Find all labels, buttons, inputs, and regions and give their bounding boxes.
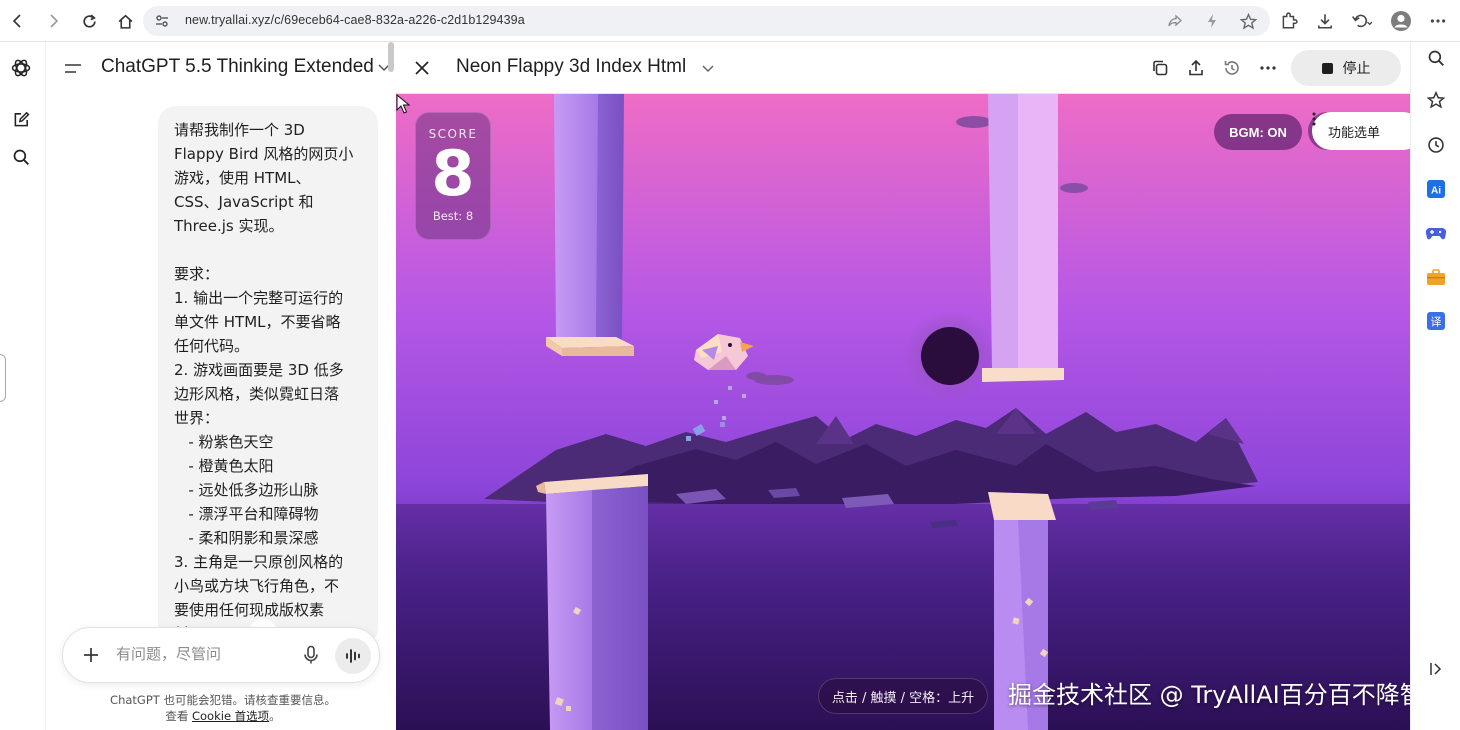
- stop-button[interactable]: 停止: [1291, 50, 1401, 86]
- controls-hint: 点击 / 触摸 / 空格：上升: [818, 678, 988, 714]
- best-score: Best: 8: [432, 209, 474, 223]
- pipe-top-left: [546, 94, 634, 356]
- lightning-icon[interactable]: [1201, 10, 1223, 32]
- stop-label: 停止: [1342, 60, 1371, 76]
- canvas-title[interactable]: Neon Flappy 3d Index Html: [456, 56, 686, 78]
- plus-icon[interactable]: [79, 643, 103, 667]
- share-icon[interactable]: [1164, 10, 1186, 32]
- user-message-bubble: 请帮我制作一个 3D Flappy Bird 风格的网页小 游戏，使用 HTML…: [158, 106, 378, 646]
- stop-icon: [1321, 62, 1333, 74]
- waveform-icon: [346, 649, 360, 663]
- disclaimer: ChatGPT 也可能会犯错。请核查重要信息。查看 Cookie 首选项。: [108, 692, 338, 724]
- game-preview[interactable]: SCORE 8 Best: 8 BGM: ON 功能选单 点击 / 触摸 / 空…: [396, 94, 1410, 730]
- bookmark-star-icon[interactable]: [1237, 10, 1259, 32]
- more-menu-icon[interactable]: [1426, 9, 1450, 33]
- game-icon[interactable]: [1423, 220, 1449, 246]
- ai-icon[interactable]: Ai: [1423, 176, 1449, 202]
- copy-icon[interactable]: [1148, 56, 1172, 80]
- more-options-icon[interactable]: [1256, 56, 1280, 80]
- upload-share-icon[interactable]: [1184, 56, 1208, 80]
- pipe-top-right: [982, 94, 1064, 382]
- new-chat-icon[interactable]: [8, 107, 34, 133]
- history-icon[interactable]: [1423, 132, 1449, 158]
- home-icon[interactable]: [113, 9, 137, 33]
- star-icon[interactable]: [1423, 87, 1449, 113]
- chat-pane: ChatGPT 5.5 Thinking Extended 请帮我制作一个 3D…: [46, 42, 396, 730]
- mouse-cursor-icon: [396, 94, 410, 114]
- downloads-icon[interactable]: [1313, 9, 1337, 33]
- microphone-icon[interactable]: [299, 643, 323, 667]
- canvas-header: Neon Flappy 3d Index Html 停止: [396, 42, 1410, 94]
- left-rail: tryallai: [0, 42, 46, 730]
- sidebar-expand-handle[interactable]: [0, 354, 6, 402]
- score-value: 8: [431, 137, 475, 210]
- extensions-icon[interactable]: [1277, 9, 1301, 33]
- kebab-icon: [1312, 112, 1316, 126]
- sidebar-toggle-icon[interactable]: [62, 58, 84, 80]
- voice-mode-button[interactable]: [335, 638, 371, 674]
- watermark: 掘金技术社区 @ TryAllAI百分百不降智: [1008, 681, 1410, 709]
- user-message-text: 请帮我制作一个 3D Flappy Bird 风格的网页小 游戏，使用 HTML…: [174, 121, 354, 643]
- close-icon[interactable]: [410, 56, 434, 80]
- translate-icon[interactable]: 译: [1423, 308, 1449, 334]
- svg-text:Ai: Ai: [1431, 186, 1441, 197]
- pipe-bottom-left: [536, 474, 648, 730]
- profile-icon[interactable]: [1389, 9, 1413, 33]
- browser-sidebar: Ai 译: [1410, 42, 1460, 730]
- reload-icon[interactable]: [77, 9, 101, 33]
- screen: new.tryallai.xyz/c/69eceb64-cae8-832a-a2…: [0, 0, 1460, 730]
- forward-icon[interactable]: [41, 9, 65, 33]
- url-text: new.tryallai.xyz/c/69eceb64-cae8-832a-a2…: [185, 13, 525, 27]
- score-panel: SCORE 8 Best: 8: [415, 112, 491, 240]
- prompt-input[interactable]: [116, 645, 286, 663]
- composer: [62, 627, 380, 683]
- game-scene: [396, 94, 1410, 730]
- undo-menu-icon[interactable]: [1350, 9, 1374, 33]
- sun: [921, 327, 979, 385]
- collapse-sidebar-icon[interactable]: [1423, 656, 1449, 682]
- browser-toolbar: new.tryallai.xyz/c/69eceb64-cae8-832a-a2…: [0, 0, 1460, 42]
- search-icon[interactable]: [1423, 45, 1449, 71]
- version-history-icon[interactable]: [1220, 56, 1244, 80]
- search-icon[interactable]: [8, 144, 34, 170]
- chevron-down-icon[interactable]: [700, 60, 716, 76]
- feature-menu-label: 功能选单: [1328, 125, 1381, 141]
- openai-logo-icon[interactable]: [8, 55, 34, 81]
- model-selector[interactable]: ChatGPT 5.5 Thinking Extended: [101, 56, 374, 78]
- address-bar[interactable]: new.tryallai.xyz/c/69eceb64-cae8-832a-a2…: [143, 6, 1270, 36]
- chat-scrollbar[interactable]: [388, 42, 394, 72]
- bgm-toggle[interactable]: BGM: ON: [1214, 114, 1302, 150]
- back-icon[interactable]: [6, 9, 30, 33]
- disclaimer-suffix: 。: [269, 709, 281, 723]
- feature-menu-button[interactable]: 功能选单: [1312, 112, 1410, 150]
- briefcase-icon[interactable]: [1423, 264, 1449, 290]
- cookie-preferences-link[interactable]: Cookie 首选项: [192, 709, 269, 723]
- svg-text:译: 译: [1431, 316, 1442, 329]
- site-info-icon[interactable]: [151, 10, 173, 32]
